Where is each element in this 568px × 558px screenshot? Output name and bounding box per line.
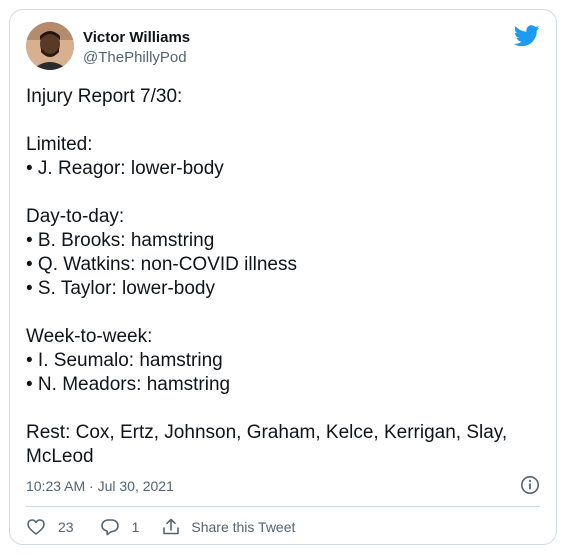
handle[interactable]: @ThePhillyPod [83, 48, 190, 68]
tweet-card[interactable]: Victor Williams @ThePhillyPod Injury Rep… [9, 9, 557, 545]
action-bar: 23 1 Share this Tweet [26, 515, 540, 539]
heart-icon [27, 519, 45, 535]
avatar[interactable] [26, 22, 74, 70]
share-label: Share this Tweet [191, 519, 296, 535]
tweet-header: Victor Williams @ThePhillyPod [26, 22, 540, 72]
share-icon [163, 518, 180, 535]
reply-count: 1 [131, 519, 140, 535]
reply-icon [100, 519, 119, 536]
tweet-meta: 10:23 AM · Jul 30, 2021 [26, 474, 540, 498]
reply-button[interactable]: 1 [100, 517, 140, 537]
divider [26, 506, 540, 507]
info-icon[interactable] [520, 475, 540, 495]
like-button[interactable]: 23 [26, 517, 74, 537]
like-count: 23 [58, 519, 74, 535]
timestamp[interactable]: 10:23 AM · Jul 30, 2021 [26, 476, 174, 496]
twitter-bird-icon[interactable] [514, 25, 540, 47]
share-button[interactable]: Share this Tweet [161, 517, 295, 537]
display-name[interactable]: Victor Williams [83, 28, 190, 48]
tweet-text: Injury Report 7/30: Limited: • J. Reagor… [26, 86, 508, 467]
author-info[interactable]: Victor Williams @ThePhillyPod [83, 28, 190, 68]
